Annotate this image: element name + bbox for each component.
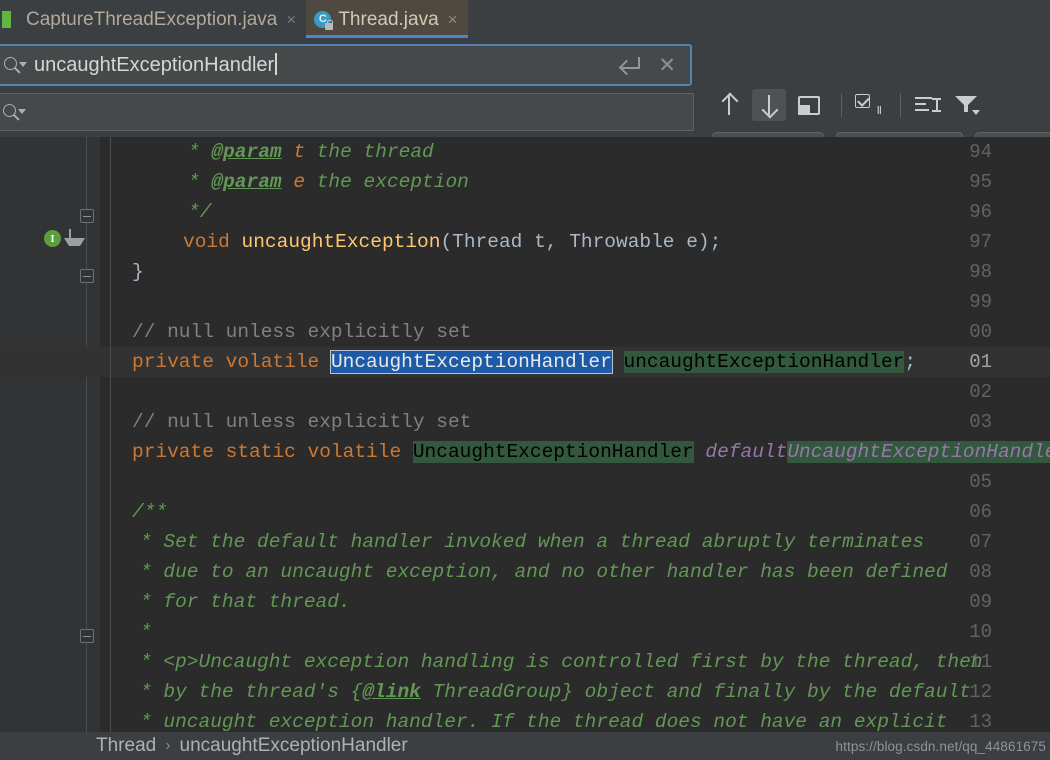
search-match: uncaughtExceptionHandler (623, 351, 905, 373)
code-line[interactable]: * @param e the exception (188, 167, 469, 197)
code-line[interactable]: private static volatile UncaughtExceptio… (132, 437, 1050, 467)
close-icon[interactable]: ✕ (658, 55, 676, 76)
code-text[interactable]: * @param t the thread * @param e the exc… (0, 137, 1050, 732)
close-icon[interactable]: × (448, 11, 458, 28)
toolbar-divider (841, 93, 842, 117)
ide-window: CaptureThreadException.java × Thread.jav… (0, 0, 1050, 760)
find-toolbar: Ⅱ (712, 82, 990, 128)
breadcrumb-item-class[interactable]: Thread (96, 735, 156, 757)
find-next-icon[interactable] (752, 89, 786, 121)
tab-capture-thread-exception[interactable]: CaptureThreadException.java × (0, 0, 306, 38)
tab-label: Thread.java (338, 8, 439, 30)
code-line[interactable]: */ (188, 197, 211, 227)
tab-thread-java[interactable]: Thread.java × (306, 0, 468, 38)
find-replace-panel: uncaughtExceptionHandler ✕ Ⅱ (0, 38, 1050, 172)
search-match: UncaughtExceptionHandler (787, 441, 1050, 463)
breadcrumb-item-field[interactable]: uncaughtExceptionHandler (180, 735, 408, 757)
breadcrumb: Thread › uncaughtExceptionHandler https:… (0, 732, 1050, 760)
code-line[interactable]: } (132, 257, 144, 287)
search-match: UncaughtExceptionHandler (412, 441, 694, 463)
code-line[interactable]: * due to an uncaught exception, and no o… (140, 557, 947, 587)
enter-arrow-icon[interactable] (619, 55, 642, 76)
editor-tab-bar: CaptureThreadException.java × Thread.jav… (0, 0, 1050, 38)
toolbar-divider (900, 93, 901, 117)
code-line[interactable]: * Set the default handler invoked when a… (140, 527, 924, 557)
tab-label: CaptureThreadException.java (26, 8, 278, 30)
search-input[interactable]: uncaughtExceptionHandler ✕ (0, 44, 692, 86)
find-previous-icon[interactable] (712, 89, 746, 121)
search-match-current: UncaughtExceptionHandler (329, 350, 613, 374)
words-icon[interactable] (910, 89, 944, 121)
search-icon[interactable] (4, 54, 30, 76)
code-line[interactable]: // null unless explicitly set (132, 407, 471, 437)
code-line[interactable]: // null unless explicitly set (132, 317, 471, 347)
filter-icon[interactable] (950, 89, 984, 121)
select-all-occurrences-icon[interactable] (792, 89, 826, 121)
code-line[interactable]: * @param t the thread (188, 137, 434, 167)
replace-input[interactable] (0, 93, 694, 131)
code-line[interactable]: * by the thread's {@link ThreadGroup} ob… (140, 677, 971, 707)
code-line[interactable]: void uncaughtException(Thread t, Throwab… (183, 227, 721, 257)
code-line[interactable]: * uncaught exception handler. If the thr… (140, 707, 947, 732)
search-icon[interactable] (3, 101, 29, 123)
code-editor[interactable]: 94 95 96 97 98 99 00 01 02 03 04 05 06 0… (0, 137, 1050, 732)
java-class-icon (2, 11, 19, 28)
code-line[interactable]: * for that thread. (140, 587, 351, 617)
code-line-current[interactable]: private volatile UncaughtExceptionHandle… (132, 347, 916, 377)
chevron-right-icon: › (165, 737, 171, 754)
search-input-value[interactable]: uncaughtExceptionHandler (34, 53, 620, 77)
close-icon[interactable]: × (286, 11, 296, 28)
java-class-locked-icon (314, 10, 334, 30)
code-line[interactable]: * <p>Uncaught exception handling is cont… (140, 647, 983, 677)
code-line[interactable]: /** (132, 497, 167, 527)
watermark-text: https://blog.csdn.net/qq_44861675 (835, 739, 1046, 754)
match-case-icon[interactable]: Ⅱ (851, 89, 885, 121)
code-line[interactable]: * (140, 617, 152, 647)
